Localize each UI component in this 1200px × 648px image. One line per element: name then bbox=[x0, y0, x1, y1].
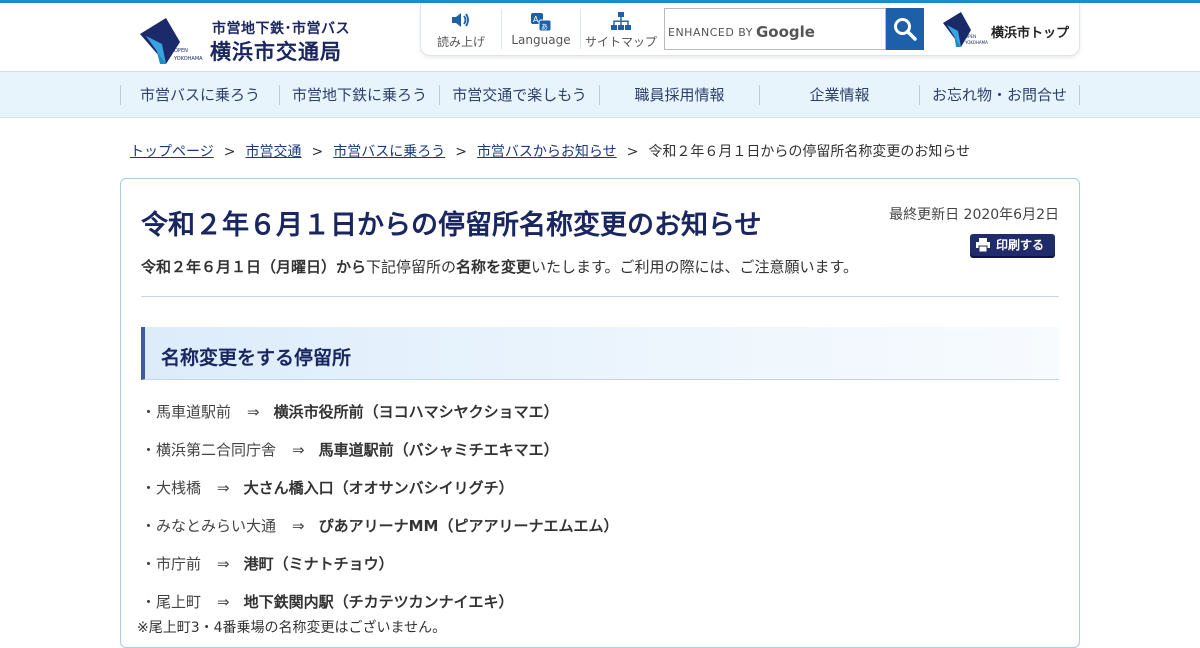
list-item: ・大桟橋 ⇒ 大さん橋入口（オオサンバシイリグチ） bbox=[141, 477, 514, 501]
new-stop-name: 馬車道駅前（バシャミチエキマエ） bbox=[318, 441, 559, 459]
nav-item-lost-and-found[interactable]: お忘れ物・お問合せ bbox=[920, 84, 1079, 106]
breadcrumb-separator: > bbox=[223, 144, 236, 160]
lead-emphasis: 名称を変更 bbox=[456, 258, 532, 276]
list-item: ・尾上町 ⇒ 地下鉄関内駅（チカテツカンナイエキ） bbox=[141, 591, 513, 615]
nav-item-corporate[interactable]: 企業情報 bbox=[760, 84, 919, 106]
lead-text: いたします。ご利用の際には、ご注意願います。 bbox=[531, 258, 859, 276]
search-button[interactable] bbox=[886, 8, 924, 50]
utility-bar: 読み上げ A あ Language サイトマップ ENHANCED BY Goo… bbox=[420, 3, 1080, 56]
logo-title: 横浜市交通局 bbox=[210, 40, 342, 64]
breadcrumb-link-transport[interactable]: 市営交通 bbox=[245, 144, 301, 160]
printer-icon bbox=[976, 238, 990, 252]
read-aloud-label: 読み上げ bbox=[436, 35, 485, 49]
sitemap-button[interactable]: サイトマップ bbox=[581, 3, 661, 55]
arrow-icon: ⇒ bbox=[247, 403, 260, 421]
old-stop-name: ・馬車道駅前 bbox=[141, 403, 232, 421]
breadcrumb-separator: > bbox=[455, 144, 467, 160]
search-input[interactable] bbox=[665, 9, 885, 49]
read-aloud-button[interactable]: 読み上げ bbox=[421, 3, 501, 55]
breadcrumb-separator: > bbox=[311, 144, 324, 160]
old-stop-name: ・横浜第二合同庁舎 bbox=[141, 441, 277, 459]
print-label: 印刷する bbox=[996, 238, 1045, 252]
old-stop-name: ・大桟橋 bbox=[141, 479, 202, 497]
breadcrumb: トップページ > 市営交通 > 市営バスに乗ろう > 市営バスからお知らせ > 令和２年６月１日… bbox=[130, 141, 970, 161]
footnote: ※尾上町3・4番乗場の名称変更はございません。 bbox=[137, 620, 447, 636]
breadcrumb-link-bus-news[interactable]: 市営バスからお知らせ bbox=[477, 144, 617, 160]
svg-text:YOKOHAMA: YOKOHAMA bbox=[173, 56, 203, 62]
divider bbox=[141, 296, 1059, 297]
list-item: ・馬車道駅前 ⇒ 横浜市役所前（ヨコハマシヤクショマエ） bbox=[141, 401, 559, 425]
lead-text: 下記停留所の bbox=[366, 258, 457, 276]
yokohama-city-top-link[interactable]: OPEN YOKOHAMA 横浜市トップ bbox=[943, 11, 1073, 51]
list-item: ・市庁前 ⇒ 港町（ミナトチョウ） bbox=[141, 553, 394, 577]
section-heading: 名称変更をする停留所 bbox=[141, 327, 1059, 380]
section-heading-text: 名称変更をする停留所 bbox=[161, 347, 352, 369]
old-stop-name: ・尾上町 bbox=[141, 593, 202, 611]
nav-item-enjoy[interactable]: 市営交通で楽しもう bbox=[440, 84, 599, 106]
svg-text:OPEN: OPEN bbox=[174, 48, 188, 54]
new-stop-name: 大さん橋入口（オオサンバシイリグチ） bbox=[243, 479, 514, 497]
list-item: ・横浜第二合同庁舎 ⇒ 馬車道駅前（バシャミチエキマエ） bbox=[141, 439, 559, 463]
nav-item-bus[interactable]: 市営バスに乗ろう bbox=[121, 84, 279, 106]
svg-text:OPEN: OPEN bbox=[965, 34, 976, 39]
new-stop-name: 地下鉄関内駅（チカテツカンナイエキ） bbox=[243, 593, 514, 611]
global-nav: 市営バスに乗ろう 市営地下鉄に乗ろう 市営交通で楽しもう 職員採用情報 企業情報… bbox=[0, 71, 1200, 118]
speaker-icon bbox=[452, 13, 469, 27]
breadcrumb-link-top[interactable]: トップページ bbox=[130, 144, 214, 160]
nav-item-recruit[interactable]: 職員採用情報 bbox=[600, 84, 759, 106]
new-stop-name: 横浜市役所前（ヨコハマシヤクショマエ） bbox=[273, 403, 559, 421]
arrow-icon: ⇒ bbox=[217, 555, 230, 573]
svg-text:YOKOHAMA: YOKOHAMA bbox=[964, 40, 988, 45]
new-stop-name: 港町（ミナトチョウ） bbox=[243, 555, 394, 573]
top-link-label: 横浜市トップ bbox=[991, 26, 1070, 41]
new-stop-name: ぴあアリーナMM（ピアアリーナエムエム） bbox=[318, 517, 619, 535]
page-title: 令和２年６月１日からの停留所名称変更のお知らせ bbox=[141, 210, 762, 241]
print-button[interactable]: 印刷する bbox=[970, 234, 1055, 256]
last-updated: 最終更新日 2020年6月2日 bbox=[889, 207, 1059, 223]
arrow-icon: ⇒ bbox=[217, 479, 230, 497]
breadcrumb-separator: > bbox=[626, 144, 639, 160]
nav-item-subway[interactable]: 市営地下鉄に乗ろう bbox=[280, 84, 439, 106]
svg-text:A: A bbox=[533, 15, 539, 24]
open-yokohama-logo-icon: OPEN YOKOHAMA bbox=[140, 18, 203, 64]
old-stop-name: ・みなとみらい大通 bbox=[141, 517, 277, 535]
search-icon bbox=[894, 18, 917, 41]
sitemap-icon bbox=[611, 12, 631, 30]
translate-icon: A あ bbox=[531, 13, 552, 32]
site-logo-link[interactable]: OPEN YOKOHAMA 市営地下鉄･市営バス 横浜市交通局 bbox=[140, 16, 355, 68]
arrow-icon: ⇒ bbox=[292, 517, 305, 535]
lead-date: 令和２年６月１日（月曜日）から bbox=[141, 258, 367, 276]
language-label: Language bbox=[511, 33, 571, 47]
arrow-icon: ⇒ bbox=[217, 593, 230, 611]
logo-subtitle: 市営地下鉄･市営バス bbox=[212, 21, 350, 37]
language-button[interactable]: A あ Language bbox=[502, 3, 580, 55]
old-stop-name: ・市庁前 bbox=[141, 555, 202, 573]
yokohama-city-logo-icon: OPEN YOKOHAMA bbox=[943, 12, 988, 47]
lead-paragraph: 令和２年６月１日（月曜日）から下記停留所の名称を変更いたします。ご利用の際には、… bbox=[141, 256, 858, 277]
breadcrumb-current: 令和２年６月１日からの停留所名称変更のお知らせ bbox=[648, 144, 971, 160]
nav-divider bbox=[1079, 85, 1080, 105]
sitemap-label: サイトマップ bbox=[584, 35, 657, 49]
svg-text:あ: あ bbox=[541, 23, 548, 31]
site-search: ENHANCED BY Google bbox=[664, 8, 886, 50]
article-card: 令和２年６月１日からの停留所名称変更のお知らせ 最終更新日 2020年6月2日 … bbox=[120, 178, 1080, 648]
site-header: OPEN YOKOHAMA 市営地下鉄･市営バス 横浜市交通局 読み上げ A あ… bbox=[0, 3, 1200, 71]
breadcrumb-link-bus[interactable]: 市営バスに乗ろう bbox=[333, 144, 445, 160]
list-item: ・みなとみらい大通 ⇒ ぴあアリーナMM（ピアアリーナエムエム） bbox=[141, 515, 618, 539]
arrow-icon: ⇒ bbox=[292, 441, 305, 459]
